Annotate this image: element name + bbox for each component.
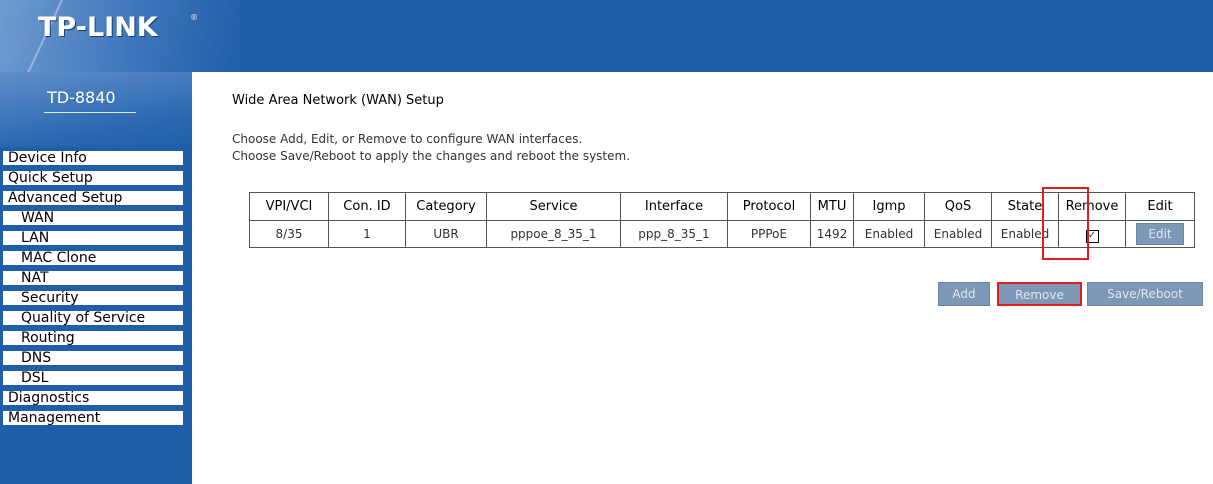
col-header-category: Category [405, 192, 487, 221]
menu-item-security[interactable]: Security [0, 288, 186, 308]
col-header-interface: Interface [620, 192, 728, 221]
page-description-1: Choose Add, Edit, or Remove to configure… [232, 132, 583, 146]
menu-item-lan[interactable]: LAN [0, 228, 186, 248]
cell-protocol: PPPoE [727, 220, 811, 248]
col-header-mtu: MTU [810, 192, 854, 221]
menu-item-quality-of-service[interactable]: Quality of Service [0, 308, 186, 328]
cell-vpi-vci: 8/35 [249, 220, 329, 248]
cell-category: UBR [405, 220, 487, 248]
header-banner: TP-LINK ® [0, 0, 1213, 96]
tp-link-logo: TP-LINK [38, 12, 158, 43]
menu-item-mac-clone[interactable]: MAC Clone [0, 248, 186, 268]
left-panel-gradient [0, 72, 192, 147]
menu-item-nat[interactable]: NAT [0, 268, 186, 288]
col-header-igmp: Igmp [853, 192, 925, 221]
page-title: Wide Area Network (WAN) Setup [232, 93, 444, 108]
remove-button[interactable]: Remove [997, 282, 1082, 306]
menu-item-dns[interactable]: DNS [0, 348, 186, 368]
registered-mark: ® [190, 13, 198, 22]
add-button[interactable]: Add [938, 282, 990, 306]
col-header-con-id: Con. ID [328, 192, 406, 221]
col-header-protocol: Protocol [727, 192, 811, 221]
cell-edit: Edit [1125, 220, 1195, 248]
menu-item-quick-setup[interactable]: Quick Setup [0, 168, 186, 188]
menu-item-advanced-setup[interactable]: Advanced Setup [0, 188, 186, 208]
model-name: TD-8840 [47, 88, 116, 107]
cell-mtu: 1492 [810, 220, 854, 248]
cell-interface: ppp_8_35_1 [620, 220, 728, 248]
menu-item-management[interactable]: Management [0, 408, 186, 428]
col-header-vpi-vci: VPI/VCI [249, 192, 329, 221]
menu-item-device-info[interactable]: Device Info [0, 148, 186, 168]
cell-con-id: 1 [328, 220, 406, 248]
remove-column-highlight [1042, 187, 1089, 260]
menu-item-wan[interactable]: WAN [0, 208, 186, 228]
col-header-edit: Edit [1125, 192, 1195, 221]
page-description-2: Choose Save/Reboot to apply the changes … [232, 149, 631, 163]
col-header-service: Service [486, 192, 621, 221]
edit-button[interactable]: Edit [1136, 223, 1184, 245]
cell-igmp: Enabled [853, 220, 925, 248]
menu-item-diagnostics[interactable]: Diagnostics [0, 388, 186, 408]
cell-qos: Enabled [924, 220, 992, 248]
cell-service: pppoe_8_35_1 [486, 220, 621, 248]
model-underline [44, 112, 136, 113]
col-header-qos: QoS [924, 192, 992, 221]
menu-item-dsl[interactable]: DSL [0, 368, 186, 388]
menu-item-routing[interactable]: Routing [0, 328, 186, 348]
save-reboot-button[interactable]: Save/Reboot [1087, 282, 1203, 306]
